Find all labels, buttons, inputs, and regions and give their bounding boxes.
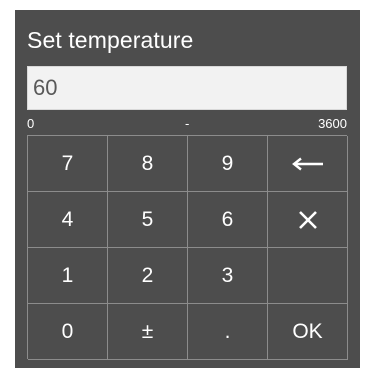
clear-button[interactable] [268,192,348,248]
backspace-button[interactable] [268,136,348,192]
range-hint: 0 - 3600 [27,114,347,134]
key-1[interactable]: 1 [28,248,108,304]
set-temperature-dialog: Set temperature 0 - 3600 7 8 9 4 5 6 [15,10,360,368]
key-5[interactable]: 5 [108,192,188,248]
temperature-input[interactable] [27,66,347,110]
key-9[interactable]: 9 [188,136,268,192]
range-max: 3600 [318,116,347,131]
decimal-point-button[interactable]: . [188,304,268,360]
key-0[interactable]: 0 [28,304,108,360]
key-8[interactable]: 8 [108,136,188,192]
numeric-keypad: 7 8 9 4 5 6 1 2 3 0 ± . OK [27,135,348,360]
plus-minus-button[interactable]: ± [108,304,188,360]
dialog-title: Set temperature [27,27,194,53]
range-min: 0 [27,116,35,131]
key-7[interactable]: 7 [28,136,108,192]
key-3[interactable]: 3 [188,248,268,304]
close-x-icon [298,210,318,230]
empty-key [268,248,348,304]
left-arrow-icon [291,157,324,171]
key-4[interactable]: 4 [28,192,108,248]
key-2[interactable]: 2 [108,248,188,304]
range-separator: - [185,116,190,131]
ok-button[interactable]: OK [268,304,348,360]
key-6[interactable]: 6 [188,192,268,248]
